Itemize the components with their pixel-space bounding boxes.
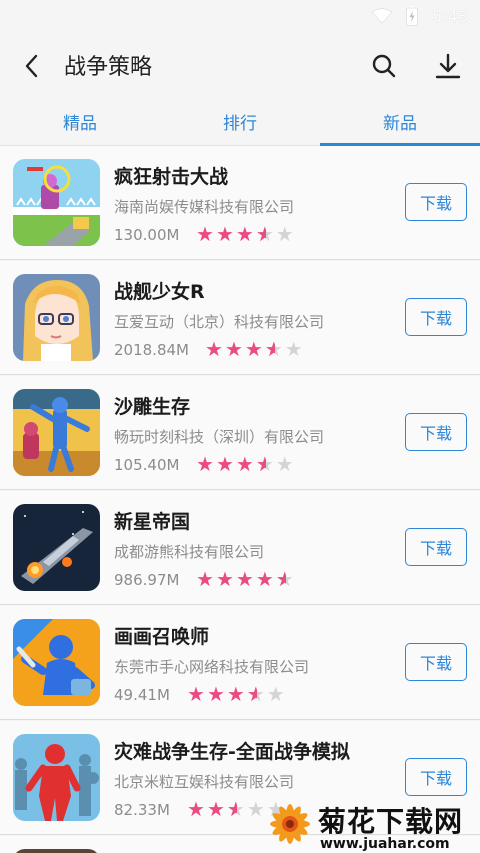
download-button[interactable]: 下载 bbox=[405, 298, 467, 336]
app-size: 105.40M bbox=[114, 456, 180, 474]
watermark-name: 菊花下载网 bbox=[318, 805, 464, 838]
star-full-icon: ★ bbox=[187, 682, 207, 706]
app-icon bbox=[13, 159, 100, 246]
app-size: 2018.84M bbox=[114, 341, 189, 359]
star-half-icon: ★ bbox=[256, 224, 276, 244]
star-full-icon: ★ bbox=[215, 567, 236, 591]
star-full-icon: ★ bbox=[206, 682, 227, 706]
watermark: 菊花下载网 www.juahar.com bbox=[262, 800, 480, 853]
app-size: 82.33M bbox=[114, 801, 170, 819]
app-size: 986.97M bbox=[114, 571, 180, 589]
status-bar: 5:43 bbox=[0, 0, 480, 34]
star-empty-icon: ★ bbox=[284, 337, 305, 361]
app-bar: 战争策略 bbox=[0, 34, 480, 96]
star-empty-icon: ★ bbox=[266, 682, 287, 706]
app-icon bbox=[13, 619, 100, 706]
download-button[interactable]: 下载 bbox=[405, 643, 467, 681]
app-name: 战舰少女R bbox=[114, 281, 205, 303]
tab-featured[interactable]: 精品 bbox=[0, 96, 160, 146]
rating-stars: ★★★★★ bbox=[196, 224, 296, 244]
star-full-icon: ★ bbox=[196, 567, 216, 591]
app-size: 49.41M bbox=[114, 686, 170, 704]
app-icon bbox=[13, 734, 100, 821]
app-company: 畅玩时刻科技（深圳）有限公司 bbox=[114, 428, 325, 446]
app-size: 130.00M bbox=[114, 226, 180, 244]
star-full-icon: ★ bbox=[226, 682, 247, 706]
star-empty-icon: ★ bbox=[275, 222, 296, 246]
app-company: 海南尚娱传媒科技有限公司 bbox=[114, 198, 295, 216]
wifi-icon bbox=[372, 8, 393, 24]
back-arrow-icon bbox=[25, 54, 38, 78]
app-company: 成都游熊科技有限公司 bbox=[114, 543, 265, 561]
app-company: 东莞市手心网络科技有限公司 bbox=[114, 658, 310, 676]
star-full-icon: ★ bbox=[196, 452, 216, 476]
star-half-icon: ★ bbox=[227, 799, 247, 819]
rating-stars: ★★★★★ bbox=[196, 454, 296, 474]
star-full-icon: ★ bbox=[244, 337, 265, 361]
star-full-icon: ★ bbox=[205, 337, 225, 361]
list-item[interactable]: 画画召唤师 东莞市手心网络科技有限公司 49.41M ★★★★★ 下载 bbox=[0, 606, 480, 720]
star-half-icon: ★ bbox=[247, 684, 267, 704]
rating-stars: ★★★★★ bbox=[196, 569, 296, 589]
download-button[interactable]: 下载 bbox=[405, 528, 467, 566]
star-full-icon: ★ bbox=[255, 567, 276, 591]
download-manager-button[interactable] bbox=[430, 48, 466, 84]
app-company: 互爱互动（北京）科技有限公司 bbox=[114, 313, 325, 331]
star-full-icon: ★ bbox=[235, 567, 256, 591]
app-icon bbox=[13, 849, 100, 853]
app-name: 新星帝国 bbox=[114, 511, 191, 533]
status-time: 5:43 bbox=[432, 6, 468, 26]
rating-stars: ★★★★★ bbox=[187, 684, 287, 704]
star-full-icon: ★ bbox=[224, 337, 245, 361]
list-item[interactable]: 战舰少女R 互爱互动（北京）科技有限公司 2018.84M ★★★★★ 下载 bbox=[0, 261, 480, 375]
watermark-url: www.juahar.com bbox=[320, 836, 450, 852]
download-button[interactable]: 下载 bbox=[405, 758, 467, 796]
rating-stars: ★★★★★ bbox=[205, 339, 305, 359]
download-button[interactable]: 下载 bbox=[405, 413, 467, 451]
app-icon bbox=[13, 389, 100, 476]
back-button[interactable] bbox=[14, 48, 50, 84]
download-icon bbox=[435, 53, 461, 79]
tab-new[interactable]: 新品 bbox=[320, 96, 480, 146]
list-item[interactable]: 沙雕生存 畅玩时刻科技（深圳）有限公司 105.40M ★★★★★ 下载 bbox=[0, 376, 480, 490]
star-half-icon: ★ bbox=[256, 454, 276, 474]
tab-bar: 精品 排行 新品 bbox=[0, 96, 480, 146]
app-company: 北京米粒互娱科技有限公司 bbox=[114, 773, 295, 791]
battery-icon bbox=[406, 6, 418, 26]
search-button[interactable] bbox=[366, 48, 402, 84]
app-icon bbox=[13, 274, 100, 361]
app-icon bbox=[13, 504, 100, 591]
list-item[interactable]: 新星帝国 成都游熊科技有限公司 986.97M ★★★★★ 下载 bbox=[0, 491, 480, 605]
app-name: 灾难战争生存-全面战争模拟 bbox=[114, 741, 350, 763]
page-title: 战争策略 bbox=[64, 55, 153, 80]
star-full-icon: ★ bbox=[215, 452, 236, 476]
app-name: 画画召唤师 bbox=[114, 626, 210, 648]
list-item[interactable]: 疯狂射击大战 海南尚娱传媒科技有限公司 130.00M ★★★★★ 下载 bbox=[0, 146, 480, 260]
star-full-icon: ★ bbox=[196, 222, 216, 246]
star-full-icon: ★ bbox=[235, 452, 256, 476]
star-full-icon: ★ bbox=[215, 222, 236, 246]
star-empty-icon: ★ bbox=[275, 452, 296, 476]
star-full-icon: ★ bbox=[187, 797, 207, 821]
star-full-icon: ★ bbox=[235, 222, 256, 246]
app-name: 沙雕生存 bbox=[114, 396, 191, 418]
flower-logo-icon bbox=[270, 804, 310, 844]
tab-ranking[interactable]: 排行 bbox=[160, 96, 320, 146]
search-icon bbox=[372, 54, 396, 78]
star-half-icon: ★ bbox=[276, 569, 296, 589]
star-full-icon: ★ bbox=[206, 797, 227, 821]
app-name: 疯狂射击大战 bbox=[114, 166, 229, 188]
download-button[interactable]: 下载 bbox=[405, 183, 467, 221]
star-half-icon: ★ bbox=[265, 339, 285, 359]
